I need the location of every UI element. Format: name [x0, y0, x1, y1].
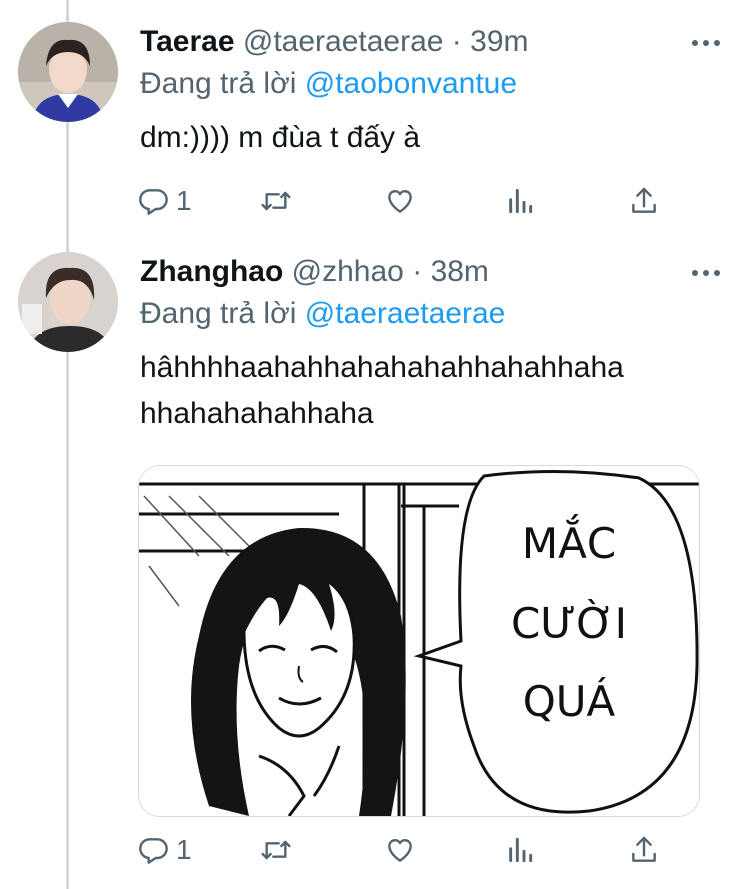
separator-dot: · [412, 255, 423, 288]
replying-prefix: Đang trả lời [140, 67, 297, 100]
replying-to: Đang trả lời @taeraetaerae [140, 296, 505, 332]
tweet-2[interactable]: Zhanghao @zhhao · 38m Đang trả lời @taer… [0, 230, 747, 889]
retweet-icon [261, 191, 291, 211]
like-icon [388, 190, 412, 213]
user-handle[interactable]: @taeraetaerae [243, 25, 444, 58]
tweet-header: Zhanghao @zhhao · 38m [140, 254, 489, 290]
share-icon [632, 187, 656, 213]
mention-link[interactable]: @taeraetaerae [305, 297, 506, 330]
tweet-header: Taerae @taeraetaerae · 39m [140, 24, 529, 60]
tweet-1[interactable]: Taerae @taeraetaerae · 39m Đang trả lời … [0, 0, 747, 230]
analytics-button[interactable] [504, 830, 536, 870]
like-button[interactable] [384, 181, 416, 221]
display-name[interactable]: Zhanghao [140, 255, 283, 288]
reply-button[interactable]: 1 [138, 181, 192, 221]
share-icon [632, 836, 656, 862]
user-handle[interactable]: @zhhao [292, 255, 404, 288]
avatar-photo [18, 252, 118, 352]
retweet-button[interactable] [260, 181, 292, 221]
avatar[interactable] [18, 22, 118, 122]
like-button[interactable] [384, 830, 416, 870]
analytics-icon [509, 837, 533, 863]
separator-dot: · [451, 25, 462, 58]
like-icon [388, 839, 412, 862]
more-icon[interactable] [688, 263, 724, 283]
action-bar: 1 [138, 830, 678, 870]
replying-to: Đang trả lời @taobonvantue [140, 66, 517, 102]
avatar[interactable] [18, 252, 118, 352]
avatar-photo [18, 22, 118, 122]
retweet-button[interactable] [260, 830, 292, 870]
action-bar: 1 [138, 181, 678, 221]
speech-text-line-2: CƯỜI [511, 598, 627, 648]
analytics-icon [509, 188, 533, 214]
display-name[interactable]: Taerae [140, 25, 235, 58]
reply-icon [139, 838, 168, 864]
reply-button[interactable]: 1 [138, 830, 192, 870]
retweet-icon [261, 840, 291, 860]
share-button[interactable] [628, 181, 660, 221]
reply-icon [139, 189, 168, 215]
replying-prefix: Đang trả lời [140, 297, 297, 330]
tweet-text: dm:)))) m đùa t đấy à [140, 121, 421, 154]
speech-text-line-3: QUÁ [523, 676, 616, 726]
reply-count: 1 [176, 834, 192, 865]
timestamp[interactable]: 38m [431, 255, 489, 288]
tweet-text: hâhhhhaahahhahahahahhahahhaha hhahahahah… [140, 345, 730, 437]
timestamp[interactable]: 39m [470, 25, 528, 58]
reply-count: 1 [176, 185, 192, 216]
speech-text-line-1: MẮC [522, 513, 616, 568]
more-icon[interactable] [688, 33, 724, 53]
tweet-text-line: hâhhhhaahahhahahahahhahahhaha [140, 351, 624, 384]
mention-link[interactable]: @taobonvantue [305, 67, 517, 100]
share-button[interactable] [628, 830, 660, 870]
analytics-button[interactable] [504, 181, 536, 221]
manga-panel: MẮC CƯỜI QUÁ [139, 466, 699, 816]
tweet-text-line: hhahahahahhaha [140, 397, 374, 430]
media-image[interactable]: MẮC CƯỜI QUÁ [138, 465, 700, 817]
